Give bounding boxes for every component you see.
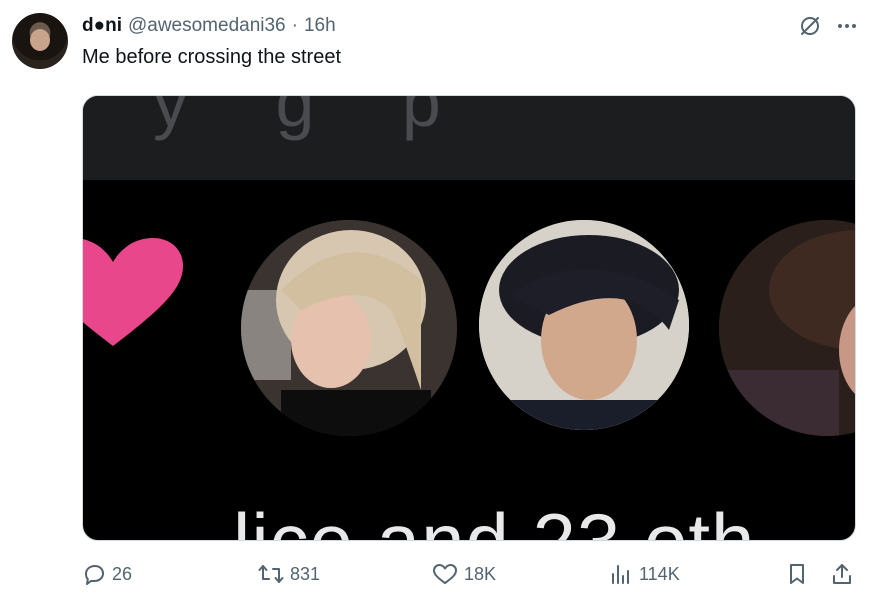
tweet-header: d●ni @awesomedani36 · 16h (82, 15, 336, 37)
more-icon[interactable] (836, 15, 858, 37)
repost-count: 831 (290, 563, 321, 584)
views-icon (612, 565, 629, 584)
bookmark-button[interactable] (785, 562, 809, 586)
tweet-text: Me before crossing the street (82, 46, 342, 68)
like-button[interactable]: 18K (432, 562, 496, 586)
heart-icon (83, 238, 183, 346)
profile-photo-2 (479, 220, 689, 430)
bookmark-icon (790, 564, 804, 584)
profile-photo-1 (241, 220, 457, 436)
author-name[interactable]: d●ni (82, 15, 122, 37)
reply-button[interactable]: 26 (82, 562, 132, 586)
share-icon (833, 564, 851, 584)
media-top-band: y g p (83, 96, 855, 180)
view-count: 114K (639, 563, 680, 584)
profile-photo-3 (719, 220, 855, 436)
timestamp[interactable]: 16h (304, 15, 336, 37)
media-caption-text: lice and 23 oth (233, 497, 756, 541)
grok-icon[interactable] (798, 14, 822, 38)
tweet-media[interactable]: y g p lice and 23 oth (82, 95, 856, 541)
reply-icon (85, 565, 104, 585)
share-button[interactable] (830, 562, 854, 586)
tweet-actions-bar: 26 831 18K 114K (82, 562, 856, 590)
like-count: 18K (464, 563, 497, 584)
separator-dot: · (291, 15, 298, 36)
views-button[interactable]: 114K (609, 562, 680, 586)
tweet-top-actions (798, 14, 858, 38)
cropped-text-glyphs: y g p (153, 95, 475, 141)
repost-button[interactable]: 831 (258, 562, 320, 586)
retweet-icon (258, 565, 284, 583)
reply-count: 26 (112, 563, 133, 584)
author-handle[interactable]: @awesomedani36 (128, 15, 286, 37)
avatar[interactable] (12, 13, 68, 69)
like-icon (433, 564, 457, 584)
